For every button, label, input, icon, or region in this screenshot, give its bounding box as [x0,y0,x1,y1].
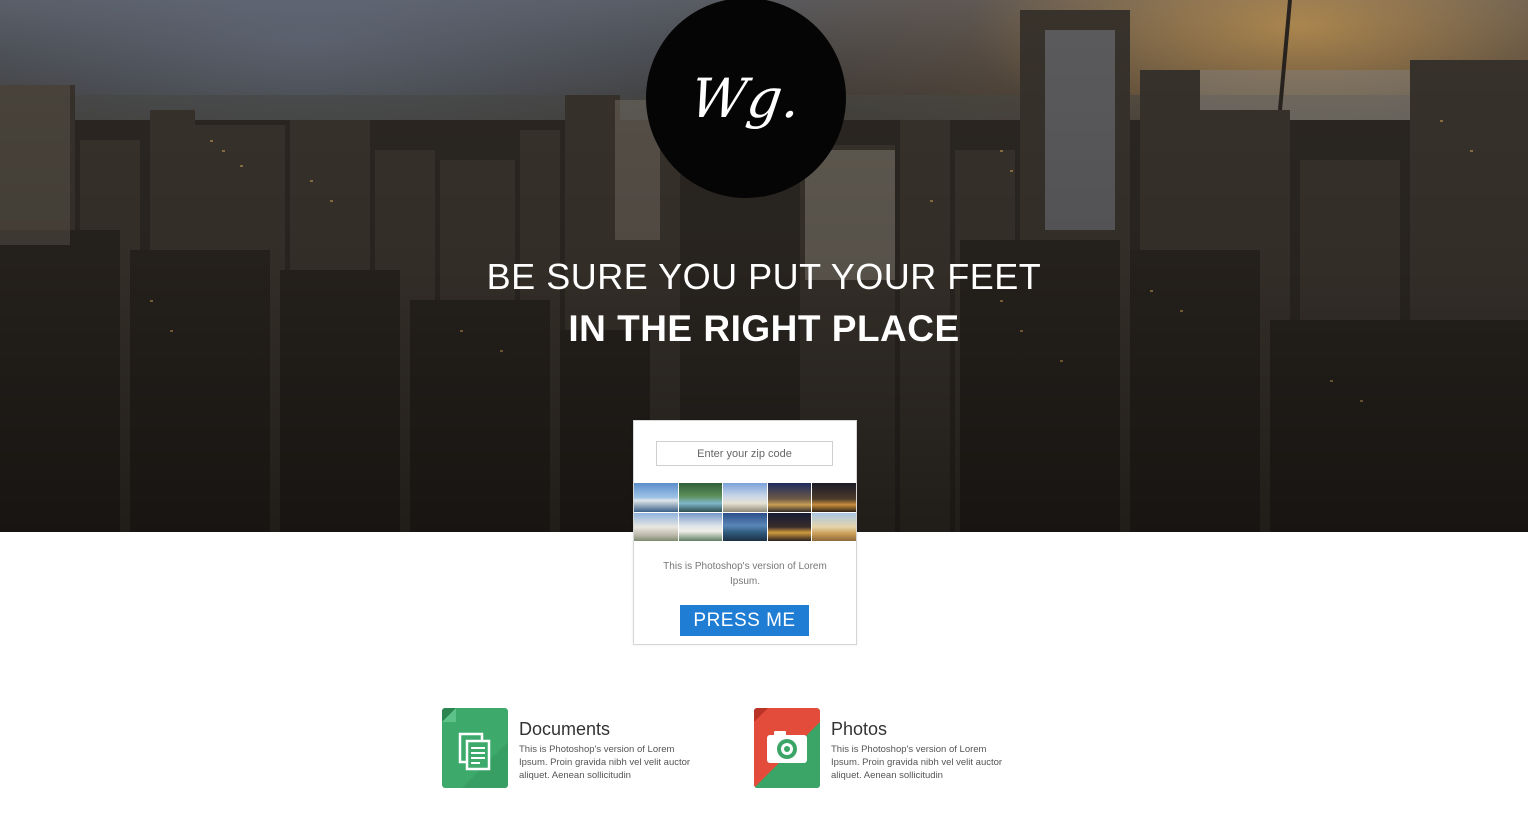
feature-description: This is Photoshop's version of Lorem Ips… [519,744,691,781]
thumb-taj-mahal[interactable] [678,512,723,541]
feature-photos[interactable]: Photos This is Photoshop's version of Lo… [754,708,1024,798]
camera-icon [754,708,820,788]
hero-headline-line2: IN THE RIGHT PLACE [568,308,960,349]
thumb-pyramids-giza[interactable] [812,512,856,541]
feature-title: Photos [831,719,888,739]
thumb-sydney-opera-house[interactable] [634,483,678,512]
press-me-button[interactable]: PRESS ME [680,605,809,636]
hero-headline-line1: BE SURE YOU PUT YOUR FEET [486,256,1042,297]
thumb-pyramid-night[interactable] [812,483,856,512]
feature-documents[interactable]: Documents This is Photoshop's version of… [442,708,712,798]
zip-card: This is Photoshop's version of Lorem Ips… [633,420,857,645]
logo-text: Wg. [686,66,806,130]
thumb-colosseum[interactable] [767,483,812,512]
thumb-eiffel-tower[interactable] [767,512,812,541]
zip-code-input[interactable] [656,441,833,466]
feature-title: Documents [519,719,611,739]
card-description: This is Photoshop's version of Lorem Ips… [663,561,827,587]
thumb-waterfall-lake[interactable] [678,483,723,512]
feature-description: This is Photoshop's version of Lorem Ips… [831,744,1003,781]
thumb-basilica[interactable] [723,483,767,512]
thumb-coastal-city[interactable] [723,512,767,541]
documents-icon [442,708,508,788]
thumb-leaning-tower-pisa[interactable] [634,512,678,541]
logo[interactable]: Wg. [646,0,846,198]
destination-thumbnails [634,483,856,541]
